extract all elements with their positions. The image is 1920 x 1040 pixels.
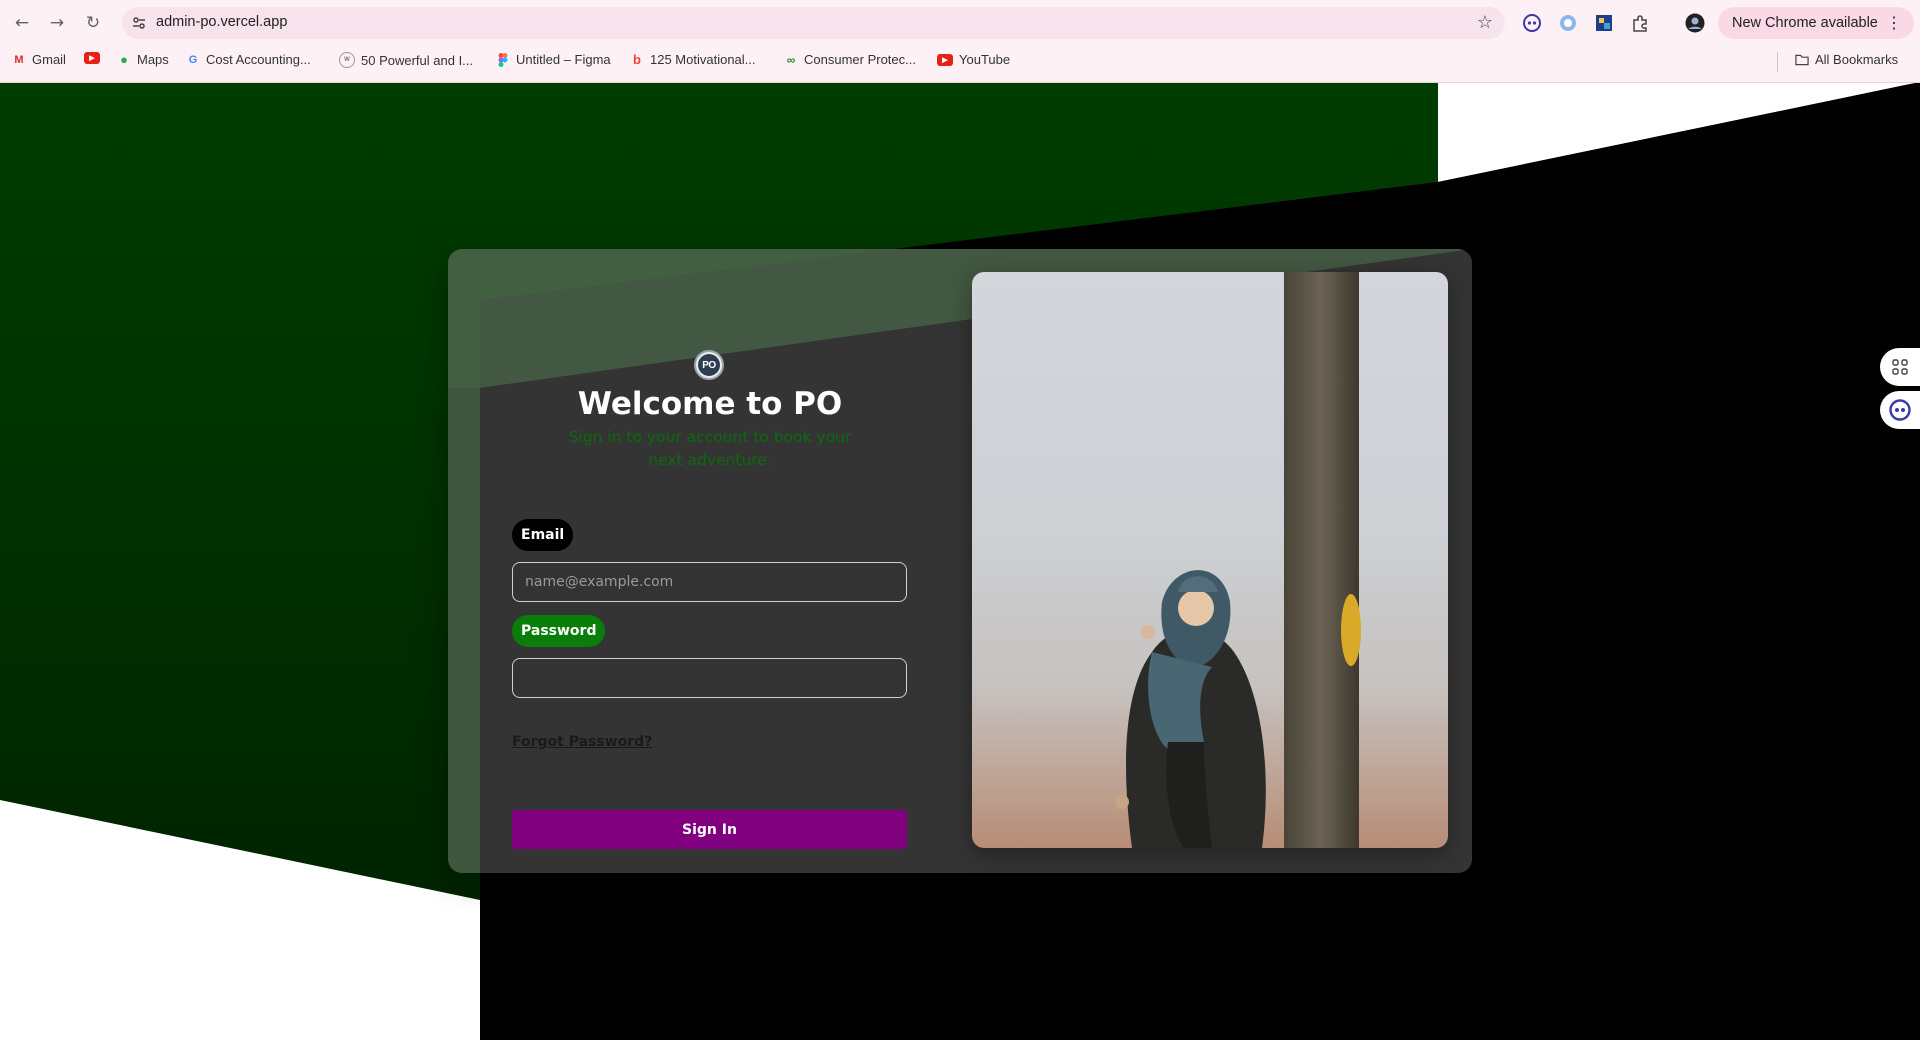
menu-kebab-icon[interactable]: ⋮ (1886, 13, 1902, 33)
bookmark-label: 50 Powerful and I... (361, 52, 474, 68)
browser-chrome: ← → ↻ admin-po.vercel.app ☆ New Chrome a… (0, 0, 1920, 83)
password-field[interactable] (512, 658, 907, 698)
gmail-icon: M (14, 53, 24, 66)
bookmark-cost-accounting[interactable]: G Cost Accounting... (186, 52, 311, 67)
url-text: admin-po.vercel.app (156, 14, 288, 30)
site-info-icon[interactable] (130, 14, 148, 32)
extension-face-icon[interactable] (1521, 12, 1543, 34)
bookmark-youtube-small[interactable]: ▶ (84, 52, 100, 64)
logo-text: PO (698, 354, 720, 376)
site-icon: W (339, 52, 355, 68)
photo-mother-child (1115, 272, 1361, 848)
bookmark-consumer-protection[interactable]: ∞ Consumer Protec... (784, 52, 916, 67)
bookmark-youtube[interactable]: ▶ YouTube (937, 52, 1010, 67)
new-chrome-label: New Chrome available (1732, 15, 1878, 31)
browser-toolbar: ← → ↻ admin-po.vercel.app ☆ New Chrome a… (0, 0, 1920, 46)
extension-image-icon[interactable] (1593, 12, 1615, 34)
bookmark-50-powerful[interactable]: W 50 Powerful and I... (339, 52, 473, 68)
site-icon: b (633, 52, 641, 67)
email-field[interactable] (512, 562, 907, 602)
profile-avatar-icon[interactable] (1684, 12, 1706, 34)
bookmark-figma[interactable]: Untitled – Figma (496, 52, 611, 67)
password-label: Password (512, 615, 606, 647)
youtube-icon: ▶ (937, 53, 953, 66)
bookmark-label: Gmail (32, 52, 66, 67)
bookmark-gmail[interactable]: M Gmail (12, 52, 66, 67)
address-bar[interactable]: admin-po.vercel.app ☆ (122, 7, 1505, 39)
maps-pin-icon: ● (120, 52, 128, 67)
login-page: PO Welcome to PO Sign in to your account… (0, 82, 1920, 1040)
assistant-face-icon (1889, 399, 1911, 421)
bookmark-star-icon[interactable]: ☆ (1477, 12, 1493, 33)
page-subtitle: Sign in to your account to book your nex… (568, 428, 852, 469)
extension-lens-icon[interactable] (1557, 12, 1579, 34)
sign-in-button[interactable]: Sign In (512, 810, 907, 849)
bookmark-maps[interactable]: ● Maps (117, 52, 169, 67)
bookmarks-divider (1777, 52, 1778, 72)
email-label: Email (512, 519, 574, 551)
bookmark-125-motivational[interactable]: b 125 Motivational... (630, 52, 756, 67)
bookmark-label: 125 Motivational... (650, 52, 756, 67)
side-panel-assistant-button[interactable] (1880, 391, 1920, 429)
hero-photo (972, 272, 1448, 848)
all-bookmarks-button[interactable]: All Bookmarks (1795, 52, 1898, 67)
back-icon[interactable]: ← (9, 10, 35, 36)
bookmark-label: Maps (137, 52, 169, 67)
bookmark-label: Consumer Protec... (804, 52, 916, 67)
side-panel-grid-button[interactable] (1880, 348, 1920, 386)
youtube-icon: ▶ (84, 52, 100, 64)
reload-icon[interactable]: ↻ (80, 10, 106, 36)
po-logo: PO (694, 350, 724, 380)
forward-icon[interactable]: → (44, 10, 70, 36)
bookmark-label: Untitled – Figma (516, 52, 611, 67)
site-icon: ∞ (786, 52, 796, 67)
page-title: Welcome to PO (577, 386, 843, 422)
bookmark-label: Cost Accounting... (206, 52, 311, 67)
new-chrome-available-button[interactable]: New Chrome available ⋮ (1718, 7, 1914, 39)
bookmarks-bar: M Gmail ▶ ● Maps G Cost Accounting... W … (0, 50, 1920, 74)
folder-icon (1795, 53, 1809, 67)
grid-icon (1892, 359, 1908, 375)
extensions-puzzle-icon[interactable] (1629, 12, 1651, 34)
bookmark-label: YouTube (959, 52, 1011, 67)
google-icon: G (188, 53, 198, 66)
figma-icon (496, 52, 510, 67)
all-bookmarks-label: All Bookmarks (1815, 52, 1899, 67)
login-card: PO Welcome to PO Sign in to your account… (448, 249, 1472, 873)
forgot-password-link[interactable]: Forgot Password? (512, 734, 652, 750)
